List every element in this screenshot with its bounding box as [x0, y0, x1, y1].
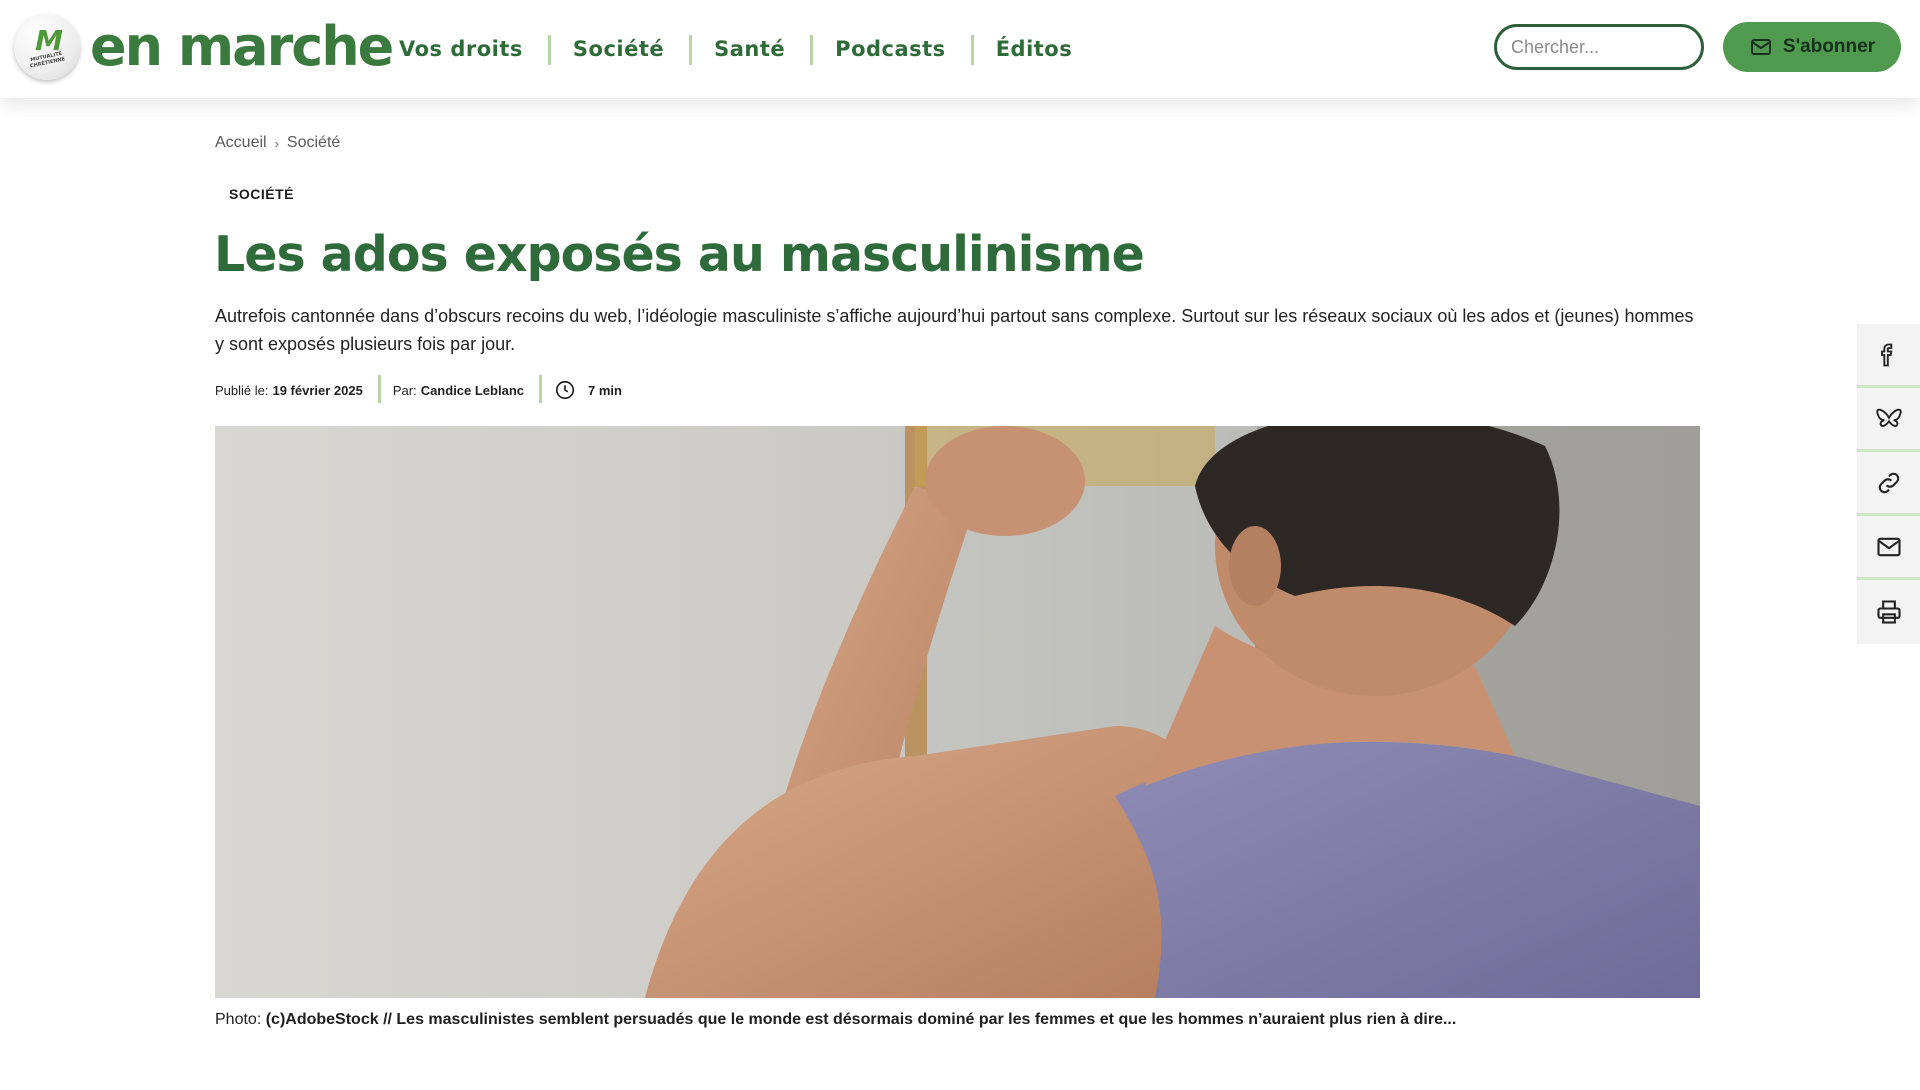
image-caption: Photo: (c)AdobeStock // Les masculiniste…	[215, 1011, 1456, 1029]
share-facebook-button[interactable]	[1857, 324, 1920, 388]
nav-item-societe[interactable]: Société	[547, 35, 689, 65]
bluesky-icon	[1875, 408, 1902, 427]
search-input[interactable]	[1494, 24, 1704, 70]
subscribe-button[interactable]: S'abonner	[1723, 22, 1901, 72]
logo-mark: M	[35, 24, 63, 57]
read-time-value: 7 min	[588, 382, 622, 398]
author-label: Par:	[392, 382, 417, 398]
subscribe-label: S'abonner	[1782, 36, 1876, 57]
hero-illustration	[215, 426, 1700, 998]
site-header: M MUTUALITÉ CHRÉTIENNE en marche Vos dro…	[0, 0, 1920, 98]
hero-image	[215, 426, 1700, 998]
nav-item-podcasts[interactable]: Podcasts	[810, 35, 971, 65]
share-email-button[interactable]	[1857, 516, 1920, 580]
share-bluesky-button[interactable]	[1857, 388, 1920, 452]
print-button[interactable]	[1857, 580, 1920, 644]
caption-text: (c)AdobeStock // Les masculinistes sembl…	[265, 1011, 1457, 1028]
link-icon	[1878, 472, 1899, 493]
logo-badge: M MUTUALITÉ CHRÉTIENNE	[14, 14, 80, 80]
breadcrumb-separator-icon: ›	[274, 135, 279, 151]
caption-label: Photo:	[215, 1011, 262, 1028]
mail-icon	[1876, 537, 1901, 556]
author-name[interactable]: Candice Leblanc	[421, 383, 524, 398]
publish-date-value: 19 février 2025	[272, 382, 363, 398]
category-tag[interactable]: SOCIÉTÉ	[229, 186, 294, 202]
logo-wordmark: en marche	[90, 15, 394, 78]
clock-icon	[555, 380, 575, 400]
breadcrumb-current[interactable]: Société	[287, 134, 340, 152]
copy-link-button[interactable]	[1857, 452, 1920, 516]
article-meta: Publié le: 19 février 2025 Par: Candice …	[215, 375, 637, 405]
publish-date: Publié le: 19 février 2025	[215, 375, 378, 405]
site-logo[interactable]: M MUTUALITÉ CHRÉTIENNE en marche	[14, 14, 394, 80]
article-lead: Autrefois cantonnée dans d’obscurs recoi…	[215, 306, 1694, 354]
facebook-icon	[1880, 343, 1892, 366]
breadcrumb: Accueil › Société	[215, 134, 340, 152]
nav-item-sante[interactable]: Santé	[689, 35, 810, 65]
nav-item-vos-droits[interactable]: Vos droits	[399, 37, 548, 61]
main-nav: Vos droits Société Santé Podcasts Éditos	[399, 0, 1097, 98]
author-info: Par: Candice Leblanc	[377, 375, 539, 405]
breadcrumb-home[interactable]: Accueil	[215, 134, 267, 152]
article-title: Les ados exposés au masculinisme	[214, 226, 1145, 283]
print-icon	[1876, 600, 1901, 624]
envelope-icon	[1750, 39, 1771, 55]
nav-item-editos[interactable]: Éditos	[970, 35, 1098, 65]
read-time: 7 min	[539, 375, 637, 405]
publish-label: Publié le:	[215, 382, 269, 398]
share-rail	[1857, 324, 1920, 644]
